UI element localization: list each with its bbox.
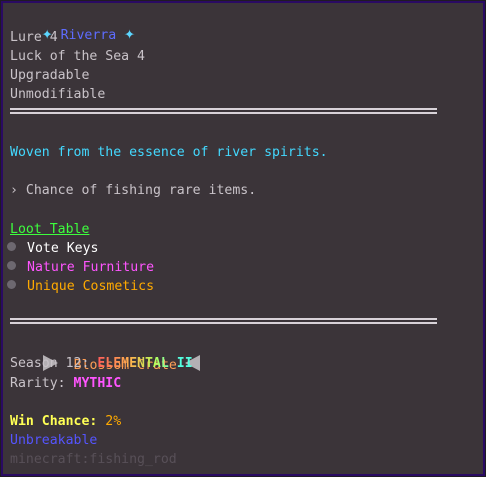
flag-upgradable: Upgradable [10, 68, 90, 83]
enchantment-luck-of-the-sea: Luck of the Sea 4 [10, 49, 145, 64]
season-value: ELEMENTAL II [97, 356, 193, 371]
divider [10, 108, 437, 114]
win-chance-label: Win Chance: [10, 414, 98, 429]
divider [10, 318, 437, 324]
bullet-icon [7, 261, 16, 270]
flag-unmodifiable: Unmodifiable [10, 87, 106, 102]
season-label: Season 12: [10, 356, 90, 371]
unbreakable-tag: Unbreakable [10, 433, 98, 448]
win-chance-value: 2% [105, 414, 122, 429]
item-title-row: ✦ Riverra ✦ [10, 5, 135, 43]
chevron-right-icon: › [10, 183, 18, 198]
loot-item-label: Vote Keys [27, 241, 99, 256]
loot-item: Vote Keys [7, 239, 98, 258]
enchantment-lure: Lure 4 [10, 30, 58, 45]
bullet-icon [7, 242, 16, 251]
item-id: minecraft:fishing_rod [10, 452, 177, 467]
win-chance-row: Win Chance: 2% [10, 412, 121, 431]
loot-item: Unique Cosmetics [7, 277, 154, 296]
loot-table-heading: Loot Table [10, 222, 90, 237]
loot-item-label: Nature Furniture [27, 260, 155, 275]
item-description: Woven from the essence of river spirits. [10, 145, 328, 160]
sparkle-icon: ✦ [124, 23, 135, 44]
ability-text: Chance of fishing rare items. [25, 183, 257, 198]
item-tooltip: ✦ Riverra ✦ Lure 4 Luck of the Sea 4 Upg… [1, 1, 485, 476]
item-title: Riverra [60, 28, 117, 43]
crate-row: Blossom Crate [10, 333, 201, 373]
bullet-icon [7, 280, 16, 289]
rarity-row: Rarity: MYTHIC [10, 374, 121, 393]
rarity-value: MYTHIC [73, 376, 122, 391]
ability-line: › Chance of fishing rare items. [10, 181, 256, 200]
season-row: Season 12: ELEMENTAL II [10, 354, 193, 373]
loot-item-label: Unique Cosmetics [27, 279, 155, 294]
rarity-label: Rarity: [10, 376, 66, 391]
loot-item: Nature Furniture [7, 258, 154, 277]
